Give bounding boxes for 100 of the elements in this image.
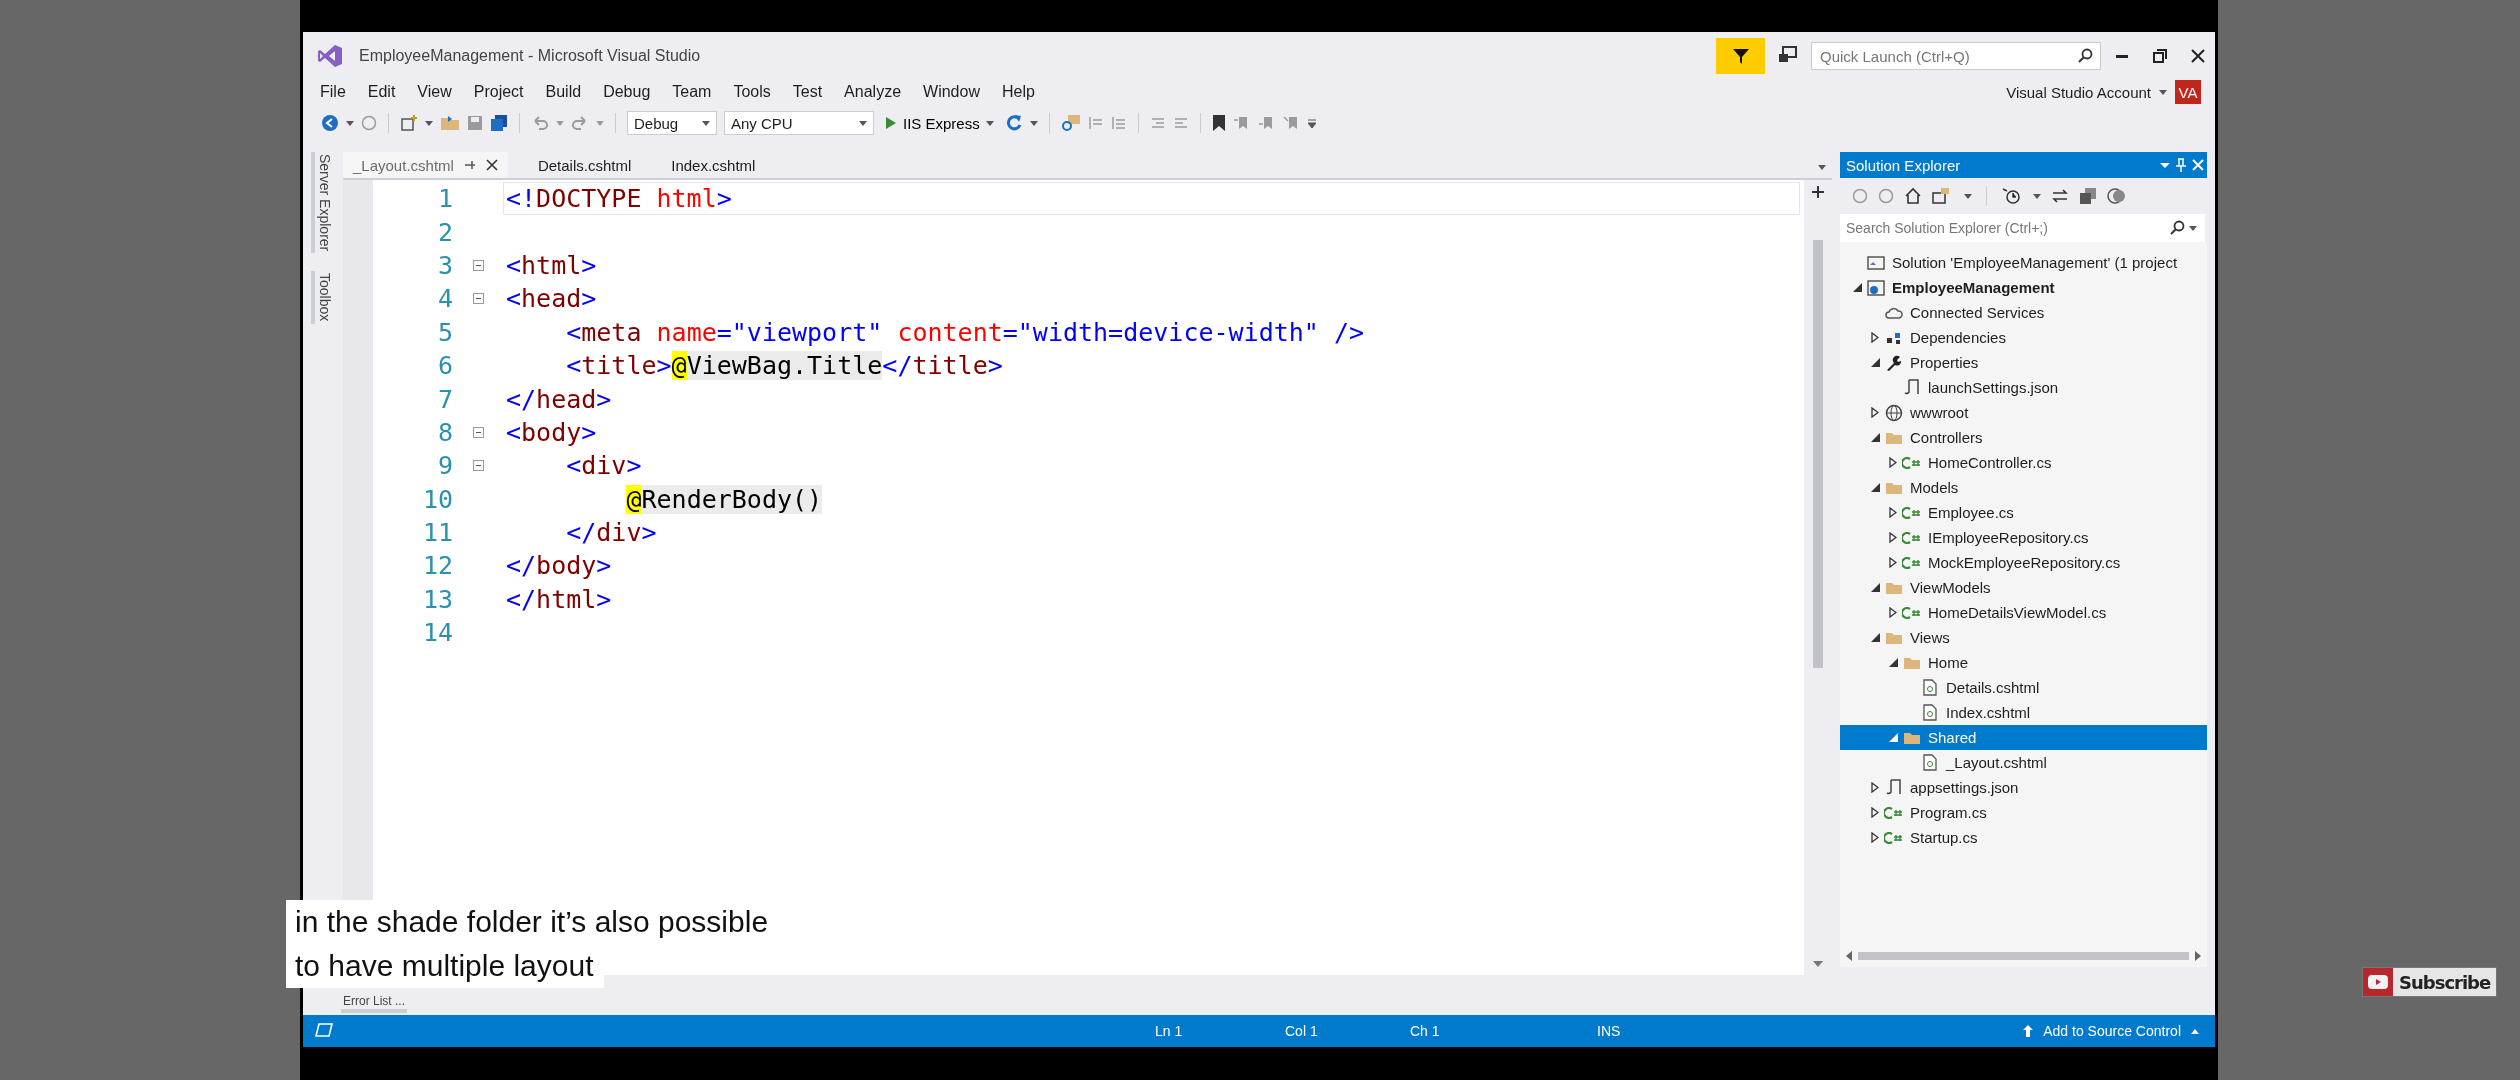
- collapsed-arrow-icon[interactable]: [1871, 832, 1879, 843]
- caret-icon[interactable]: [1964, 193, 1972, 199]
- collapse-icon[interactable]: [472, 259, 484, 271]
- expanded-arrow-icon[interactable]: [1870, 358, 1880, 367]
- account-name[interactable]: Visual Studio Account: [2006, 83, 2151, 101]
- menu-item[interactable]: Build: [534, 83, 593, 101]
- menu-item[interactable]: Tools: [722, 83, 782, 101]
- home-icon[interactable]: [1904, 187, 1922, 205]
- caret-icon[interactable]: [346, 120, 354, 126]
- collapsed-arrow-icon[interactable]: [1889, 607, 1897, 618]
- tree-item[interactable]: EmployeeManagement: [1840, 275, 2207, 300]
- side-tab[interactable]: Toolbox: [311, 271, 335, 324]
- configuration-dropdown[interactable]: Debug: [627, 111, 717, 135]
- menu-item[interactable]: Debug: [592, 83, 662, 101]
- caret-icon[interactable]: [859, 120, 867, 126]
- plus-icon[interactable]: [1812, 186, 1824, 198]
- menu-item[interactable]: Edit: [356, 83, 407, 101]
- tree-item[interactable]: MockEmployeeRepository.cs: [1840, 550, 2207, 575]
- caret-icon[interactable]: [425, 120, 433, 126]
- caret-icon[interactable]: [1818, 165, 1826, 170]
- scroll-thumb[interactable]: [1813, 240, 1823, 668]
- subscribe-button[interactable]: Subscribe: [2362, 967, 2498, 997]
- tree-item[interactable]: launchSettings.json: [1840, 375, 2207, 400]
- menu-item[interactable]: Test: [781, 83, 834, 101]
- collapsed-arrow-icon[interactable]: [1889, 457, 1897, 468]
- expanded-arrow-icon[interactable]: [1870, 433, 1880, 442]
- caret-icon[interactable]: [2189, 225, 2197, 231]
- quick-launch-field[interactable]: Quick Launch (Ctrl+Q): [1811, 42, 2101, 70]
- menu-item[interactable]: Team: [661, 83, 723, 101]
- collapsed-arrow-icon[interactable]: [1871, 407, 1879, 418]
- collapse-icon[interactable]: [472, 293, 484, 305]
- run-button[interactable]: IIS Express: [881, 114, 998, 132]
- tree-item[interactable]: Properties: [1840, 350, 2207, 375]
- file-tab[interactable]: Index.cshtml: [661, 152, 766, 178]
- scroll-right-icon[interactable]: [2195, 951, 2201, 961]
- history-icon[interactable]: [2001, 187, 2023, 205]
- menu-item[interactable]: File: [309, 83, 357, 101]
- tree-item[interactable]: Solution 'EmployeeManagement' (1 project: [1840, 250, 2207, 275]
- tree-item[interactable]: IEmployeeRepository.cs: [1840, 525, 2207, 550]
- back-icon[interactable]: [321, 114, 339, 132]
- expanded-arrow-icon[interactable]: [1870, 633, 1880, 642]
- open-folder-icon[interactable]: [440, 115, 460, 131]
- menu-item[interactable]: Project: [462, 83, 535, 101]
- tree-item[interactable]: Startup.cs: [1840, 825, 2207, 850]
- expanded-arrow-icon[interactable]: [1852, 283, 1862, 292]
- filter-button[interactable]: [1716, 38, 1765, 74]
- tree-item[interactable]: Index.cshtml: [1840, 700, 2207, 725]
- collapsed-arrow-icon[interactable]: [1889, 532, 1897, 543]
- caret-icon[interactable]: [1029, 120, 1038, 126]
- refresh-icon[interactable]: [1004, 114, 1023, 132]
- collapsed-arrow-icon[interactable]: [1871, 807, 1879, 818]
- tree-item[interactable]: HomeController.cs: [1840, 450, 2207, 475]
- bookmark-icon[interactable]: [1211, 114, 1226, 132]
- tree-item[interactable]: Connected Services: [1840, 300, 2207, 325]
- menu-item[interactable]: Analyze: [833, 83, 913, 101]
- file-tab[interactable]: Details.cshtml: [527, 152, 642, 178]
- side-tab[interactable]: Server Explorer: [311, 152, 335, 254]
- tree-item[interactable]: HomeDetailsViewModel.cs: [1840, 600, 2207, 625]
- tree-item[interactable]: ViewModels: [1840, 575, 2207, 600]
- tree-item[interactable]: _Layout.cshtml: [1840, 750, 2207, 775]
- menu-item[interactable]: Help: [990, 83, 1046, 101]
- collapse-icon[interactable]: [472, 460, 484, 472]
- tree-item[interactable]: Details.cshtml: [1840, 675, 2207, 700]
- collapsed-arrow-icon[interactable]: [1871, 782, 1879, 793]
- tree-item[interactable]: Controllers: [1840, 425, 2207, 450]
- tree-item[interactable]: Program.cs: [1840, 800, 2207, 825]
- caret-icon[interactable]: [2159, 89, 2167, 95]
- tree-item[interactable]: Shared: [1840, 725, 2207, 750]
- tree-item[interactable]: Home: [1840, 650, 2207, 675]
- find-icon[interactable]: [1060, 114, 1081, 132]
- menu-item[interactable]: View: [406, 83, 463, 101]
- tree-item[interactable]: Views: [1840, 625, 2207, 650]
- search-field[interactable]: Search Solution Explorer (Ctrl+;): [1840, 214, 2205, 242]
- menu-item[interactable]: Window: [912, 83, 991, 101]
- collapse-all-icon[interactable]: [2079, 187, 2097, 205]
- tree-item[interactable]: appsettings.json: [1840, 775, 2207, 800]
- pin-icon[interactable]: [2173, 157, 2189, 173]
- sync-icon[interactable]: [2051, 187, 2069, 205]
- overflow-icon[interactable]: [1307, 118, 1316, 128]
- save-all-icon[interactable]: [490, 114, 508, 132]
- file-tab[interactable]: _Layout.cshtml: [343, 152, 508, 178]
- show-all-files-icon[interactable]: [2107, 187, 2127, 205]
- caret-icon[interactable]: [2033, 193, 2041, 199]
- scroll-down-icon[interactable]: [1813, 961, 1823, 967]
- source-control-button[interactable]: Add to Source Control: [2023, 1023, 2199, 1039]
- collapse-icon[interactable]: [472, 426, 484, 438]
- caret-icon[interactable]: [702, 120, 710, 126]
- collapsed-arrow-icon[interactable]: [1871, 332, 1879, 343]
- avatar[interactable]: VA: [2175, 80, 2201, 104]
- scroll-left-icon[interactable]: [1846, 951, 1852, 961]
- expanded-arrow-icon[interactable]: [1888, 658, 1898, 667]
- tree-item[interactable]: Dependencies: [1840, 325, 2207, 350]
- close-icon[interactable]: [2189, 157, 2207, 173]
- collapsed-arrow-icon[interactable]: [1889, 507, 1897, 518]
- tree-item[interactable]: Models: [1840, 475, 2207, 500]
- collapsed-arrow-icon[interactable]: [1889, 557, 1897, 568]
- expanded-arrow-icon[interactable]: [1870, 483, 1880, 492]
- tree-item[interactable]: wwwroot: [1840, 400, 2207, 425]
- expanded-arrow-icon[interactable]: [1870, 583, 1880, 592]
- new-project-icon[interactable]: [400, 114, 418, 132]
